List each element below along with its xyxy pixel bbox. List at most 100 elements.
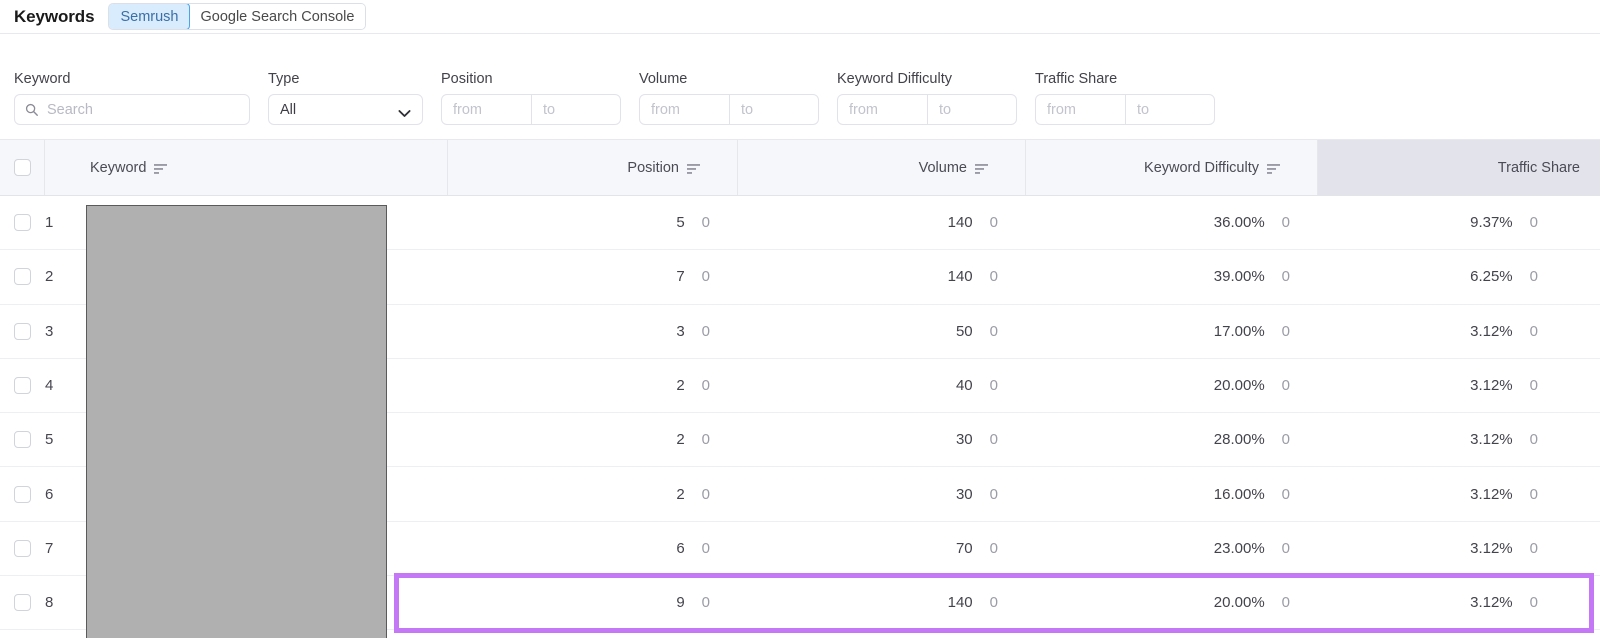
select-all-cell[interactable] <box>0 140 45 195</box>
table-row[interactable]: 7 60 700 23.00%0 3.12%0 <box>0 522 1600 576</box>
filter-type-label: Type <box>268 71 423 87</box>
traffic-share-to-input[interactable]: to <box>1125 95 1214 124</box>
column-header-keyword-difficulty-label: Keyword Difficulty <box>1144 160 1259 176</box>
keyword-difficulty-range: from to <box>837 94 1017 125</box>
keyword-difficulty-from-input[interactable]: from <box>838 95 927 124</box>
row-number: 1 <box>45 196 86 249</box>
row-number: 6 <box>45 467 86 520</box>
search-icon <box>25 103 39 117</box>
cell-kd-delta: 0 <box>1282 377 1290 394</box>
table-body: 1 50 1400 36.00%0 9.37%0 2 70 1400 39.00… <box>0 196 1600 630</box>
cell-position: 20 <box>448 467 738 520</box>
row-select-cell[interactable] <box>0 522 45 575</box>
cell-position-delta: 0 <box>702 268 710 285</box>
cell-volume: 500 <box>738 305 1026 358</box>
column-header-keyword-difficulty[interactable]: Keyword Difficulty <box>1026 140 1318 195</box>
tab-google-search-console[interactable]: Google Search Console <box>189 4 365 29</box>
tab-semrush[interactable]: Semrush <box>108 3 190 30</box>
source-tab-group: Semrush Google Search Console <box>108 3 366 30</box>
row-number: 5 <box>45 413 86 466</box>
filter-type: Type All <box>268 71 423 125</box>
column-header-traffic-share[interactable]: Traffic Share <box>1318 140 1600 195</box>
cell-keyword-difficulty: 17.00%0 <box>1026 305 1318 358</box>
search-input[interactable]: Search <box>14 94 250 125</box>
cell-volume-delta: 0 <box>990 377 998 394</box>
cell-volume-delta: 0 <box>990 540 998 557</box>
filter-position: Position from to <box>441 71 621 125</box>
volume-to-input[interactable]: to <box>729 95 818 124</box>
cell-kd-delta: 0 <box>1282 214 1290 231</box>
cell-keyword-difficulty: 20.00%0 <box>1026 576 1318 629</box>
cell-keyword <box>86 359 448 412</box>
column-header-volume-label: Volume <box>919 160 967 176</box>
keyword-difficulty-to-input[interactable]: to <box>927 95 1016 124</box>
cell-volume-delta: 0 <box>990 486 998 503</box>
row-select-cell[interactable] <box>0 196 45 249</box>
type-select[interactable]: All <box>268 94 423 125</box>
row-select-cell[interactable] <box>0 359 45 412</box>
cell-volume: 300 <box>738 413 1026 466</box>
position-to-input[interactable]: to <box>531 95 620 124</box>
cell-position: 70 <box>448 250 738 303</box>
table-row[interactable]: 8 90 1400 20.00%0 3.12%0 <box>0 576 1600 630</box>
cell-position: 60 <box>448 522 738 575</box>
cell-position-delta: 0 <box>702 594 710 611</box>
row-checkbox[interactable] <box>14 377 31 394</box>
row-select-cell[interactable] <box>0 576 45 629</box>
cell-traffic-share-delta: 0 <box>1530 431 1538 448</box>
cell-traffic-share: 6.25%0 <box>1318 250 1600 303</box>
cell-keyword-difficulty: 36.00%0 <box>1026 196 1318 249</box>
row-checkbox[interactable] <box>14 323 31 340</box>
row-checkbox[interactable] <box>14 214 31 231</box>
row-checkbox[interactable] <box>14 540 31 557</box>
position-from-input[interactable]: from <box>442 95 531 124</box>
column-header-position[interactable]: Position <box>448 140 738 195</box>
cell-traffic-share: 3.12%0 <box>1318 359 1600 412</box>
chevron-down-icon <box>398 105 411 114</box>
volume-from-input[interactable]: from <box>640 95 729 124</box>
filter-volume-label: Volume <box>639 71 819 87</box>
filter-keyword: Keyword Search <box>14 71 250 125</box>
cell-traffic-share-delta: 0 <box>1530 486 1538 503</box>
sort-icon[interactable] <box>975 162 988 173</box>
cell-volume: 400 <box>738 359 1026 412</box>
column-header-volume[interactable]: Volume <box>738 140 1026 195</box>
cell-position: 90 <box>448 576 738 629</box>
row-select-cell[interactable] <box>0 250 45 303</box>
cell-volume: 1400 <box>738 576 1026 629</box>
cell-keyword <box>86 413 448 466</box>
row-select-cell[interactable] <box>0 467 45 520</box>
sort-icon[interactable] <box>1267 162 1280 173</box>
cell-position-delta: 0 <box>702 323 710 340</box>
volume-range: from to <box>639 94 819 125</box>
table-row[interactable]: 1 50 1400 36.00%0 9.37%0 <box>0 196 1600 250</box>
cell-traffic-share: 3.12%0 <box>1318 522 1600 575</box>
table-row[interactable]: 6 20 300 16.00%0 3.12%0 <box>0 467 1600 521</box>
cell-traffic-share: 3.12%0 <box>1318 576 1600 629</box>
row-checkbox[interactable] <box>14 594 31 611</box>
row-checkbox[interactable] <box>14 268 31 285</box>
traffic-share-from-input[interactable]: from <box>1036 95 1125 124</box>
sort-icon[interactable] <box>687 162 700 173</box>
select-all-checkbox[interactable] <box>14 159 31 176</box>
cell-position-delta: 0 <box>702 486 710 503</box>
row-select-cell[interactable] <box>0 305 45 358</box>
cell-kd-delta: 0 <box>1282 431 1290 448</box>
table-row[interactable]: 5 20 300 28.00%0 3.12%0 <box>0 413 1600 467</box>
cell-volume: 1400 <box>738 196 1026 249</box>
column-header-keyword[interactable]: Keyword <box>45 140 448 195</box>
cell-volume-delta: 0 <box>990 268 998 285</box>
row-checkbox[interactable] <box>14 486 31 503</box>
filter-position-label: Position <box>441 71 621 87</box>
cell-kd-delta: 0 <box>1282 268 1290 285</box>
cell-keyword <box>86 305 448 358</box>
position-range: from to <box>441 94 621 125</box>
table-row[interactable]: 2 70 1400 39.00%0 6.25%0 <box>0 250 1600 304</box>
row-select-cell[interactable] <box>0 413 45 466</box>
table-row[interactable]: 3 30 500 17.00%0 3.12%0 <box>0 305 1600 359</box>
sort-icon[interactable] <box>154 162 167 173</box>
row-checkbox[interactable] <box>14 431 31 448</box>
cell-traffic-share: 3.12%0 <box>1318 413 1600 466</box>
table-row[interactable]: 4 20 400 20.00%0 3.12%0 <box>0 359 1600 413</box>
page-title: Keywords <box>14 7 94 27</box>
